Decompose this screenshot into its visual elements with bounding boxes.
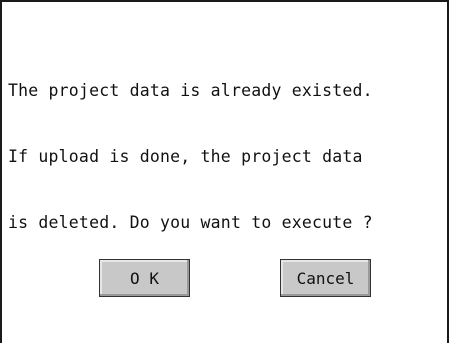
ok-button[interactable]: O K: [99, 259, 190, 297]
dialog-message: The project data is already existed. If …: [8, 36, 448, 278]
message-line-1: The project data is already existed.: [8, 81, 373, 100]
ok-button-label: O K: [130, 268, 159, 288]
cancel-button[interactable]: Cancel: [280, 259, 371, 297]
message-line-2: If upload is done, the project data: [8, 147, 363, 166]
cancel-button-label: Cancel: [296, 268, 355, 288]
message-line-3: is deleted. Do you want to execute ?: [8, 213, 373, 232]
confirmation-dialog: The project data is already existed. If …: [0, 0, 449, 343]
